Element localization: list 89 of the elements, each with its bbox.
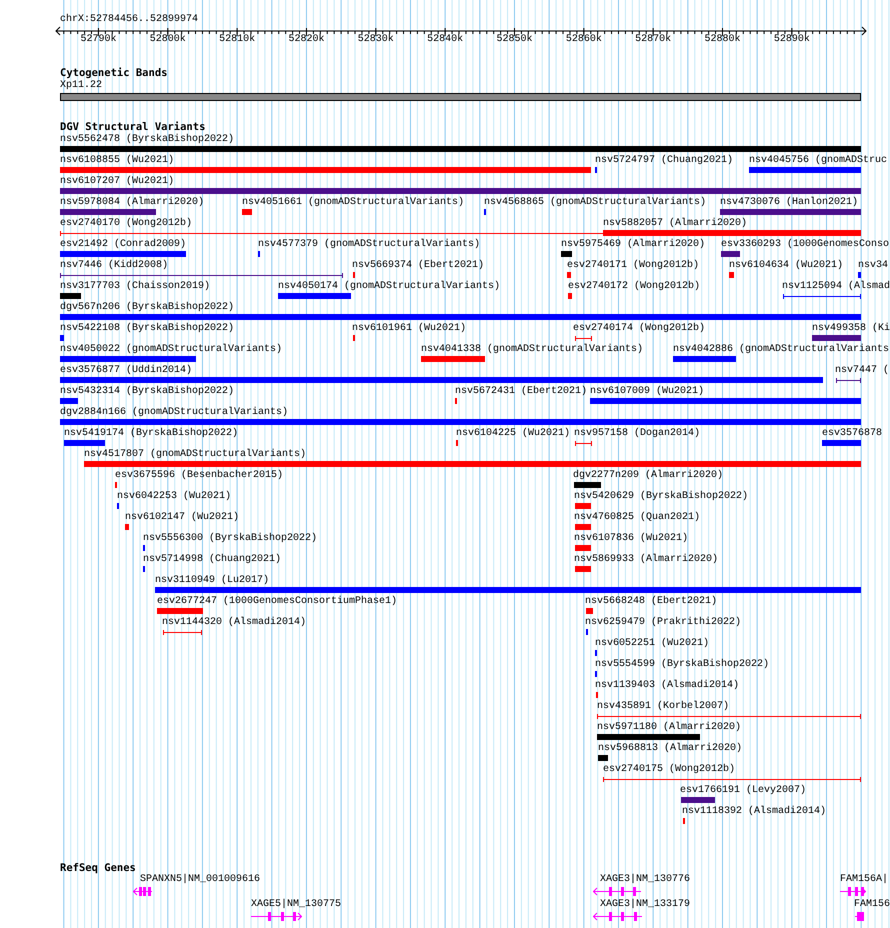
variant-label: nsv34 — [858, 261, 888, 271]
variant-label: nsv6101961 (Wu2021) — [352, 324, 466, 334]
variant-label: nsv5971180 (Almarri2020) — [597, 723, 742, 733]
variant-label: esv3576877 (Uddin2014) — [60, 366, 192, 376]
variant-label: esv2740175 (Wong2012b) — [603, 765, 736, 775]
locus-label: chrX:52784456..52899974 — [60, 15, 198, 25]
variant-label: dgv567n206 (ByrskaBishop2022) — [60, 303, 234, 313]
variant-label: nsv5975469 (Almarri2020) — [561, 240, 706, 250]
variant-label: nsv4051661 (gnomADStructuralVariants) — [242, 198, 464, 208]
variant-label: nsv5556300 (ByrskaBishop2022) — [143, 534, 318, 544]
axis-tick-label: 52810k — [219, 35, 256, 45]
variant-label: nsv6107009 (Wu2021) — [590, 387, 704, 397]
variant-label: esv3675596 (Besenbacher2015) — [115, 471, 284, 481]
variant-label: nsv4050174 (gnomADStructuralVariants) — [278, 282, 500, 292]
variant-label: nsv5554599 (ByrskaBishop2022) — [595, 660, 770, 670]
variant-label: nsv3177703 (Chaisson2019) — [60, 282, 210, 292]
track-title: Cytogenetic Bands — [60, 68, 168, 78]
variant-label: esv2740174 (Wong2012b) — [573, 324, 706, 334]
variant-label: nsv6107836 (Wu2021) — [574, 534, 688, 544]
gene-label: SPANXN5|NM_001009616 — [140, 875, 260, 885]
variant-label: nsv5724797 (Chuang2021) — [595, 156, 734, 166]
axis-tick-label: 52880k — [704, 35, 740, 45]
variant-label: nsv5869933 (Almarri2020) — [574, 555, 718, 565]
axis-tick-label: 52820k — [288, 35, 324, 45]
variant-label: esv1766191 (Levy2007) — [680, 786, 806, 796]
variant-label: nsv7446 (Kidd2008) — [60, 261, 168, 271]
variant-label: nsv5419174 (ByrskaBishop2022) — [64, 429, 238, 439]
variant-label: nsv957158 (Dogan2014) — [574, 429, 700, 439]
axis-tick-label: 52840k — [427, 35, 464, 45]
variant-label: nsv5669374 (Ebert2021) — [352, 261, 484, 271]
variant-label: nsv4568865 (gnomADStructuralVariants) — [484, 198, 706, 208]
variant-label: esv21492 (Conrad2009) — [60, 240, 186, 250]
variant-label: nsv4517807 (gnomADStructuralVariants) — [84, 450, 306, 460]
variant-label: nsv4577379 (gnomADStructuralVariants) — [258, 240, 480, 250]
band-label: Xp11.22 — [60, 81, 102, 91]
variant-label: nsv5714998 (Chuang2021) — [143, 555, 282, 565]
variant-label: esv3576878 — [822, 429, 882, 439]
variant-label: nsv6104225 (Wu2021) — [456, 429, 570, 439]
track-title: RefSeq Genes — [60, 863, 136, 873]
gene-label: FAM156 — [854, 900, 890, 910]
variant-label: nsv5420629 (ByrskaBishop2022) — [574, 492, 748, 502]
track-title: DGV Structural Variants — [60, 122, 206, 132]
variant-label: nsv4760825 (Quan2021) — [574, 513, 700, 523]
variant-label: nsv5422108 (ByrskaBishop2022) — [60, 324, 234, 334]
variant-label: nsv5978084 (Almarri2020) — [60, 198, 204, 208]
variant-label: nsv5432314 (ByrskaBishop2022) — [60, 387, 234, 397]
variant-label: nsv6104634 (Wu2021) — [729, 261, 844, 271]
variant-label: esv2740171 (Wong2012b) — [567, 261, 700, 271]
gene-label: FAM156A| — [840, 875, 888, 885]
variant-label: nsv5562478 (ByrskaBishop2022) — [60, 135, 234, 145]
axis-tick-label: 52870k — [635, 35, 672, 45]
gene-label: XAGE5|NM_130775 — [251, 900, 342, 910]
axis-tick-label: 52850k — [496, 35, 532, 45]
variant-label: nsv435891 (Korbel2007) — [597, 702, 730, 712]
variant-label: nsv6107207 (Wu2021) — [60, 177, 174, 187]
gene-label: XAGE3|NM_130776 — [600, 875, 690, 885]
variant-label: nsv1118392 (Alsmadi2014) — [682, 807, 826, 817]
variant-label: nsv5668248 (Ebert2021) — [585, 597, 718, 607]
variant-label: nsv499358 (Ki — [812, 324, 890, 334]
variant-label: nsv6259479 (Prakrithi2022) — [585, 618, 742, 628]
variant-label: nsv5672431 (Ebert2021) — [455, 387, 588, 397]
variant-label: nsv1139403 (Alsmadi2014) — [595, 681, 740, 691]
variant-label: nsv4050022 (gnomADStructuralVariants) — [60, 345, 282, 355]
variant-label: nsv6052251 (Wu2021) — [595, 639, 710, 649]
axis-tick-label: 52800k — [150, 35, 186, 45]
variant-label: nsv5968813 (Almarri2020) — [598, 744, 742, 754]
variant-label: nsv4042886 (gnomADStructuralVariants — [673, 345, 890, 355]
variant-label: esv3360293 (1000GenomesConso — [721, 240, 890, 250]
variant-label: nsv4045756 (gnomADStruc — [749, 156, 888, 166]
variant-label: nsv6042253 (Wu2021) — [117, 492, 232, 502]
axis-tick-label: 52890k — [774, 35, 810, 45]
variant-label: nsv7447 ( — [835, 366, 890, 376]
variant-label: nsv4041338 (gnomADStructuralVariants) — [421, 345, 644, 355]
variant-label: nsv6108855 (Wu2021) — [60, 156, 174, 166]
variant-label: dgv2277n209 (Almarri2020) — [573, 471, 724, 481]
variant-label: nsv3110949 (Lu2017) — [155, 576, 270, 586]
axis-tick-label: 52860k — [566, 35, 602, 45]
variant-label: nsv6102147 (Wu2021) — [125, 513, 240, 523]
variant-label: nsv1144320 (Alsmadi2014) — [162, 618, 306, 628]
variant-label: esv2740170 (Wong2012b) — [60, 219, 192, 229]
variant-label: nsv4730076 (Hanlon2021) — [720, 198, 858, 208]
variant-label: esv2677247 (1000GenomesConsortiumPhase1) — [157, 597, 398, 607]
variant-label: dgv2884n166 (gnomADStructuralVariants) — [60, 408, 288, 418]
variant-label: nsv5882057 (Almarri2020) — [603, 219, 748, 229]
variant-label: esv2740172 (Wong2012b) — [568, 282, 700, 292]
gene-label: XAGE3|NM_133179 — [600, 900, 690, 910]
axis-tick-label: 52790k — [80, 35, 116, 45]
variant-label: nsv1125094 (Alsmad — [782, 282, 890, 292]
axis-tick-label: 52830k — [358, 35, 394, 45]
